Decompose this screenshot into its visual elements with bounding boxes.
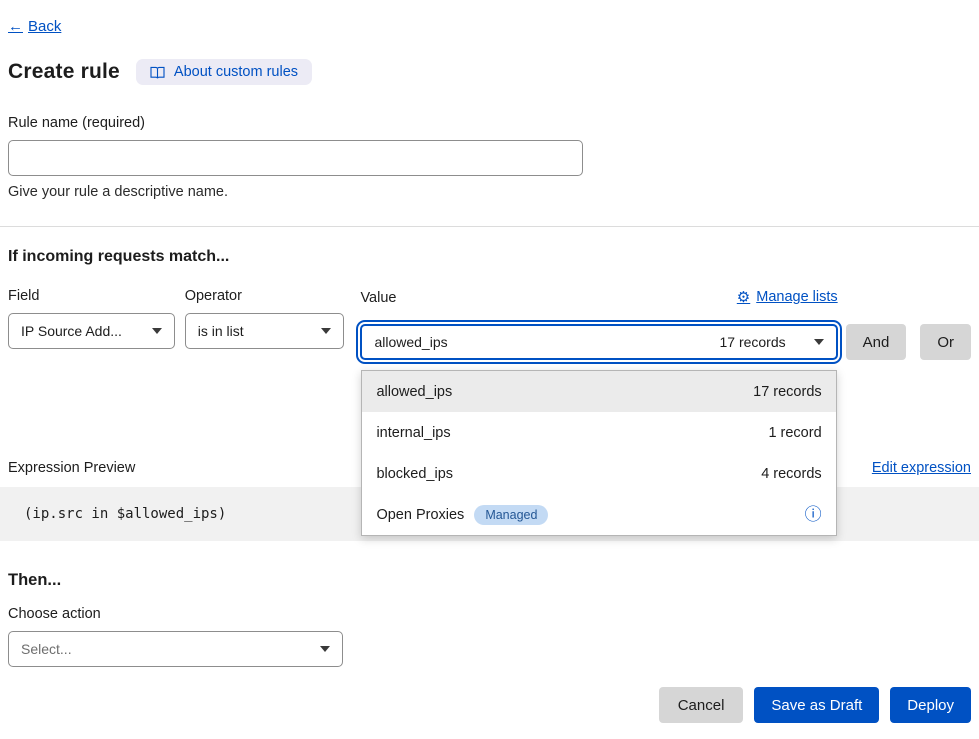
list-option-detail: 4 records: [761, 466, 821, 482]
or-button[interactable]: Or: [920, 324, 971, 360]
rule-name-label: Rule name (required): [8, 115, 971, 131]
field-column: Field IP Source Add...: [8, 288, 175, 349]
chevron-down-icon: [320, 646, 330, 652]
gear-icon: ⚙: [737, 288, 750, 306]
value-label-row: Value ⚙ Manage lists: [360, 288, 837, 315]
value-select-right: 17 records: [719, 334, 823, 350]
list-option-blocked-ips[interactable]: blocked_ips 4 records: [362, 453, 835, 494]
list-option-detail: 1 record: [768, 425, 821, 441]
list-option-allowed-ips[interactable]: allowed_ips 17 records: [362, 371, 835, 412]
about-custom-rules-label: About custom rules: [174, 64, 298, 80]
info-icon[interactable]: ⓘ: [805, 506, 822, 523]
and-button[interactable]: And: [846, 324, 907, 360]
page-title: Create rule: [8, 60, 120, 84]
list-option-detail: 17 records: [753, 384, 822, 400]
action-select[interactable]: Select...: [8, 631, 343, 667]
book-icon: [150, 66, 165, 79]
choose-action-label: Choose action: [8, 606, 971, 622]
back-link[interactable]: ← Back: [8, 18, 61, 35]
expression-preview-label: Expression Preview: [8, 460, 135, 476]
save-as-draft-button[interactable]: Save as Draft: [754, 687, 879, 723]
logic-buttons: And Or: [846, 288, 971, 360]
operator-label: Operator: [185, 288, 345, 304]
match-row: Field IP Source Add... Operator is in li…: [8, 288, 971, 360]
list-option-internal-ips[interactable]: internal_ips 1 record: [362, 412, 835, 453]
field-label: Field: [8, 288, 175, 304]
value-column: Value ⚙ Manage lists allowed_ips 17 reco…: [360, 288, 837, 360]
value-select-value: allowed_ips: [374, 334, 447, 350]
manage-lists-label: Manage lists: [756, 289, 837, 305]
value-label: Value: [360, 290, 396, 306]
list-option-name: allowed_ips: [376, 384, 452, 400]
back-arrow-icon: ←: [8, 18, 23, 35]
chevron-down-icon: [152, 328, 162, 334]
list-option-name: internal_ips: [376, 425, 450, 441]
manage-lists-link[interactable]: ⚙ Manage lists: [737, 288, 838, 306]
field-select[interactable]: IP Source Add...: [8, 313, 175, 349]
rule-name-helper: Give your rule a descriptive name.: [8, 184, 971, 200]
operator-column: Operator is in list: [185, 288, 345, 349]
expression-code: (ip.src in $allowed_ips): [24, 506, 226, 522]
value-select[interactable]: allowed_ips 17 records: [360, 324, 837, 360]
managed-badge: Managed: [474, 505, 548, 525]
list-option-name: Open Proxies: [376, 507, 464, 523]
field-select-value: IP Source Add...: [21, 323, 122, 339]
action-select-placeholder: Select...: [21, 641, 72, 657]
cancel-button[interactable]: Cancel: [659, 687, 744, 723]
title-row: Create rule About custom rules: [8, 59, 971, 85]
list-option-name: blocked_ips: [376, 466, 453, 482]
match-section-heading: If incoming requests match...: [8, 248, 971, 266]
rule-name-input[interactable]: [8, 140, 583, 176]
deploy-button[interactable]: Deploy: [890, 687, 971, 723]
section-divider: [0, 226, 979, 227]
list-option-open-proxies[interactable]: Open Proxies Managed ⓘ: [362, 494, 835, 535]
footer-actions: Cancel Save as Draft Deploy: [8, 687, 971, 723]
operator-select-value: is in list: [198, 323, 244, 339]
chevron-down-icon: [814, 339, 824, 345]
then-section-heading: Then...: [8, 571, 971, 590]
chevron-down-icon: [321, 328, 331, 334]
create-rule-page: ← Back Create rule About custom rules Ru…: [0, 0, 979, 739]
operator-select[interactable]: is in list: [185, 313, 345, 349]
value-select-wrap: allowed_ips 17 records allowed_ips 17 re…: [360, 324, 837, 360]
value-select-records: 17 records: [719, 334, 785, 350]
list-dropdown-menu: allowed_ips 17 records internal_ips 1 re…: [361, 370, 836, 536]
about-custom-rules-link[interactable]: About custom rules: [136, 59, 312, 85]
back-link-label: Back: [28, 18, 61, 35]
list-option-left: Open Proxies Managed: [376, 505, 548, 525]
edit-expression-link[interactable]: Edit expression: [872, 460, 971, 476]
